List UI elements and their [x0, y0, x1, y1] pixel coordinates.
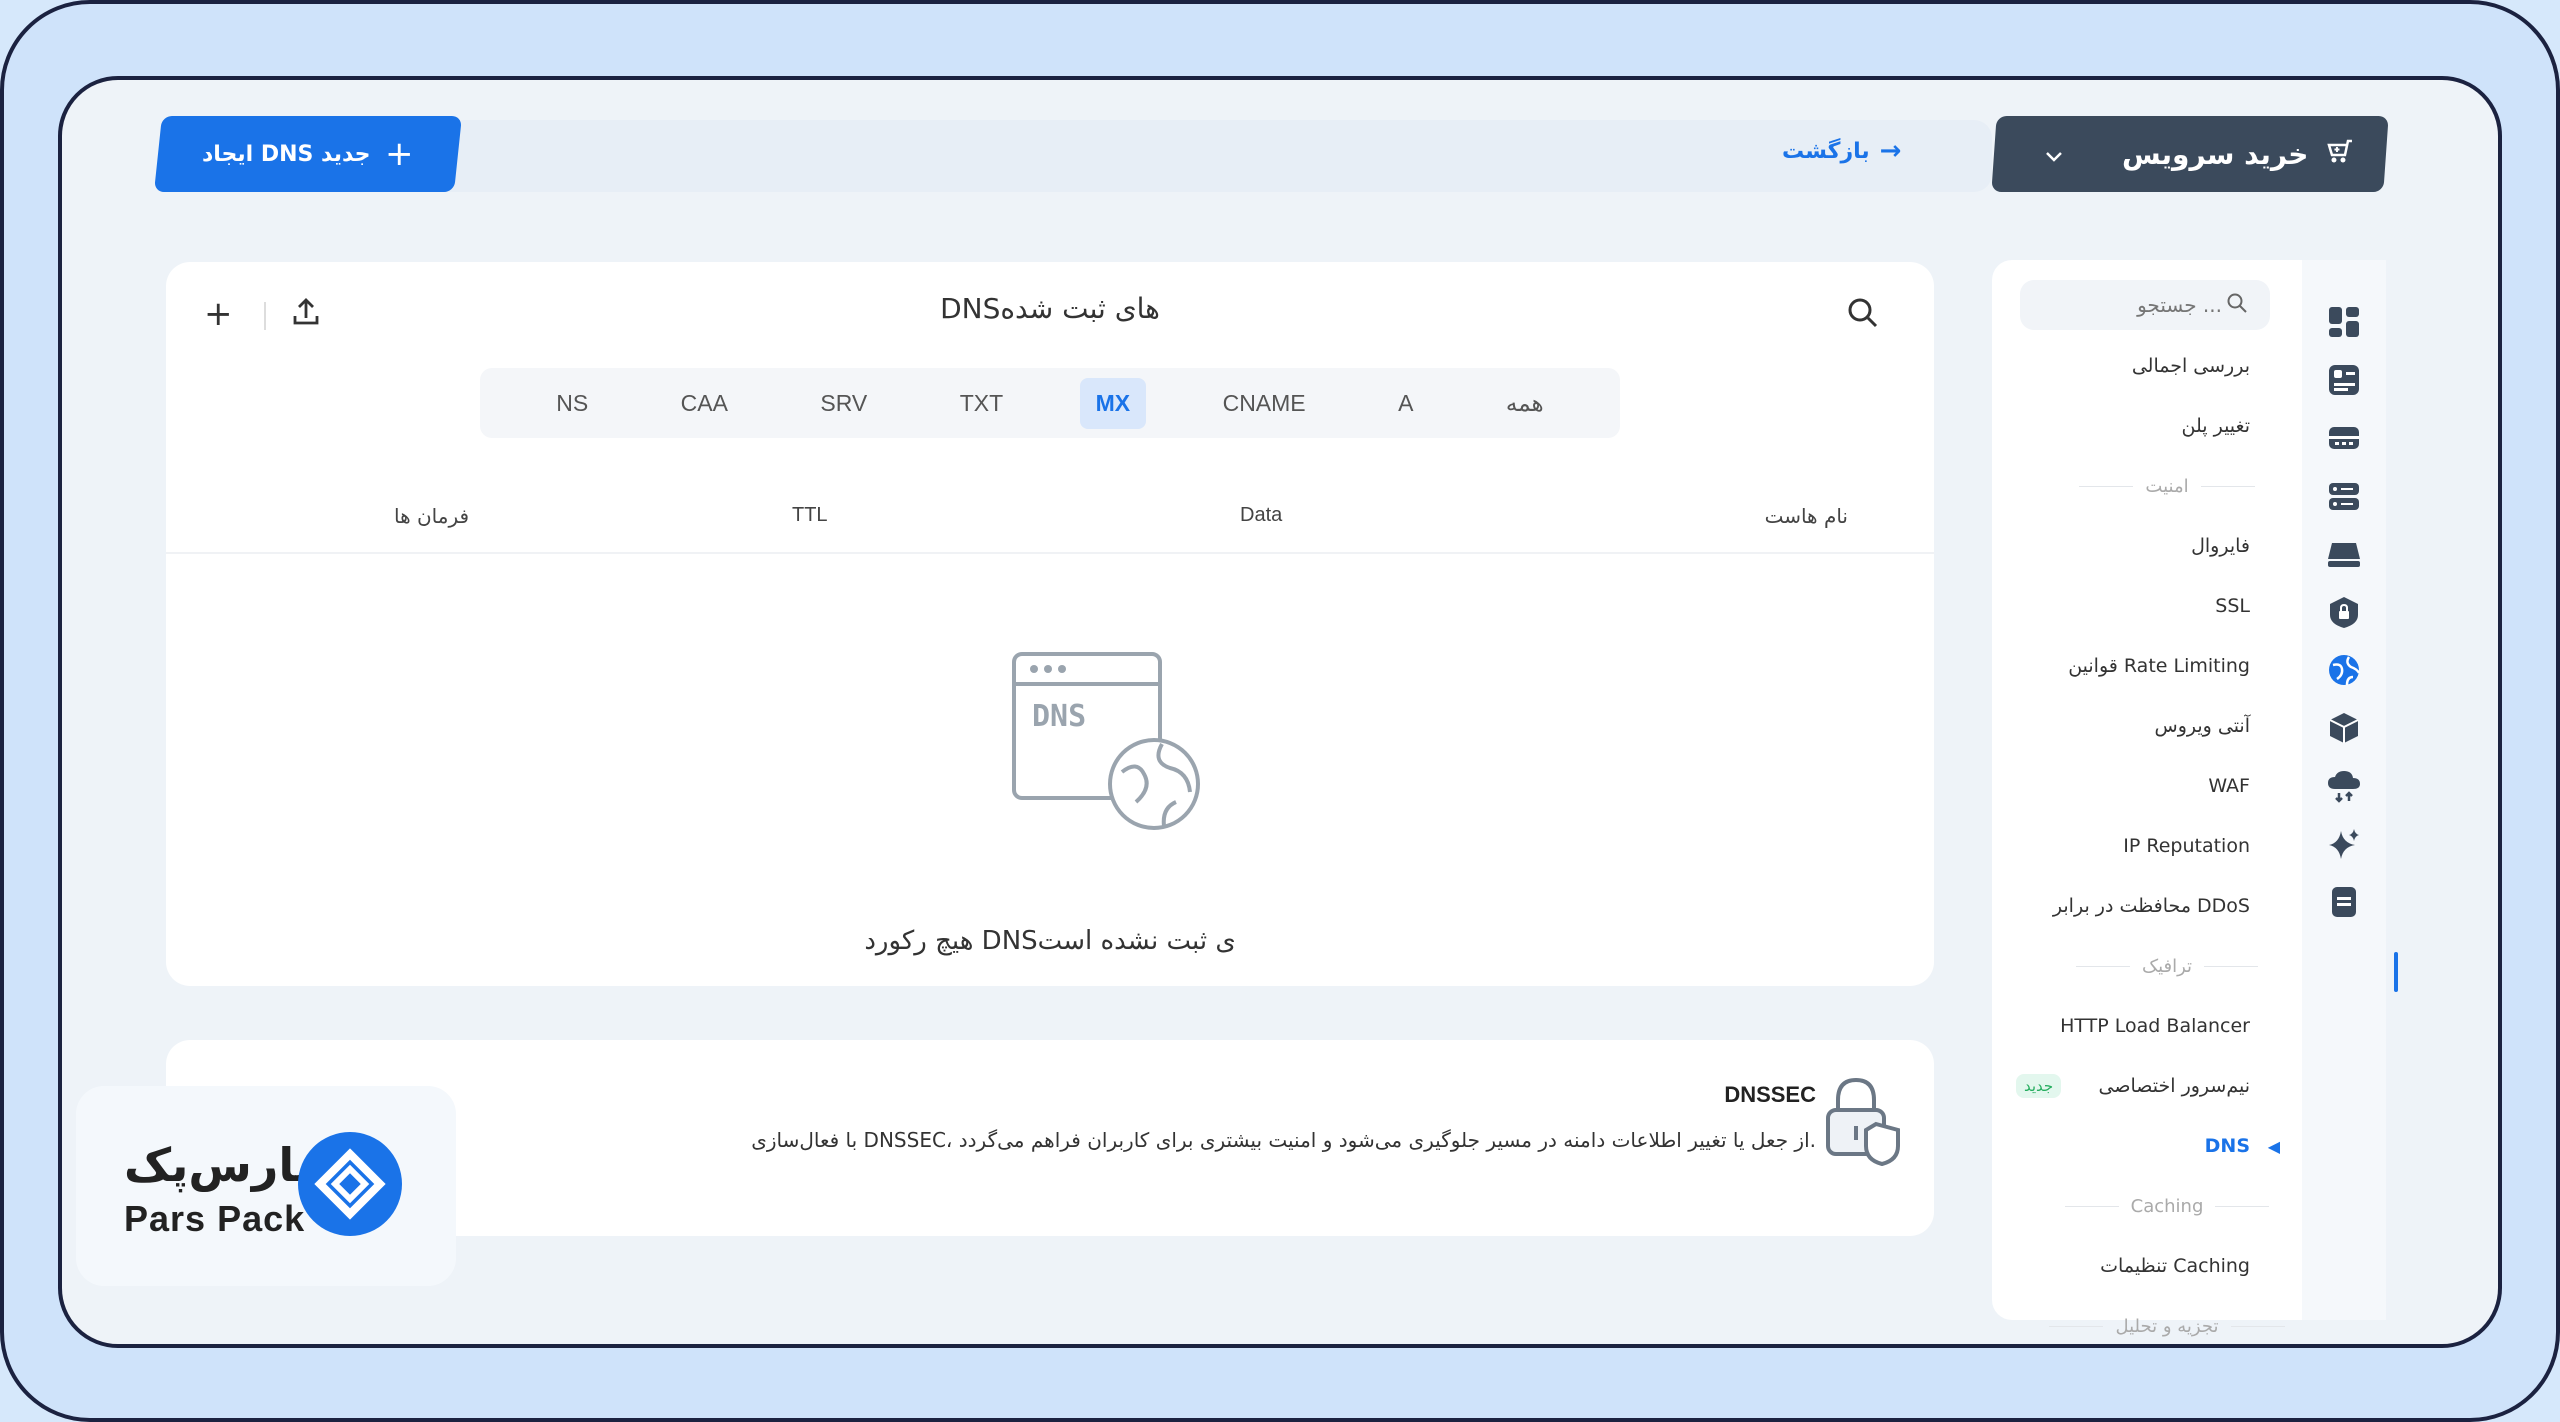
sidebar-item-waf[interactable]: WAF [1992, 756, 2302, 816]
caret-left-icon: ◀ [2267, 1136, 2280, 1156]
sidebar-item-label: نیم‌سرور اختصاصی [2098, 1075, 2250, 1097]
column-host: نام هاست [1764, 504, 1848, 528]
search-icon[interactable] [1846, 296, 1880, 334]
parspack-logo: پارس‌پک Pars Pack [76, 1086, 456, 1286]
sidebar-item-label: بررسی اجمالی [2131, 355, 2250, 377]
dnssec-title: DNSSEC [1724, 1082, 1816, 1107]
tab-srv[interactable]: SRV [804, 378, 883, 429]
sidebar-item-label: DNS [2204, 1135, 2250, 1157]
plan-icon[interactable] [2324, 360, 2364, 400]
create-dns-label: ایجاد DNS جدید [202, 141, 372, 167]
tab-cname[interactable]: CNAME [1207, 378, 1322, 429]
dns-text: DNS [1032, 699, 1086, 734]
record-type-tabs: همه A CNAME MX TXT SRV CAA NS [480, 368, 1620, 438]
column-actions: فرمان ها [394, 504, 470, 528]
back-label: بازگشت [1782, 138, 1870, 164]
sidebar-item-label: تغییر پلن [2181, 415, 2251, 437]
new-badge: جدید [2016, 1074, 2062, 1098]
logo-text-en: Pars Pack [124, 1198, 306, 1239]
chevron-down-icon [2044, 138, 2064, 171]
sidebar-item-ip-reputation[interactable]: IP Reputation [1992, 816, 2302, 876]
sparkle-icon[interactable] [2324, 824, 2364, 864]
app-window: ایجاد DNS جدید + بازگشت → خرید سرویس + D… [58, 76, 2502, 1348]
sidebar-item-dns[interactable]: DNS ◀ [1992, 1116, 2302, 1176]
server-icon[interactable] [2324, 476, 2364, 516]
globe-icon[interactable] [2324, 650, 2364, 690]
dnssec-description: با فعال‌سازی DNSSEC، از جعل یا تغییر اطل… [751, 1128, 1816, 1152]
lock-shield-icon [1824, 1076, 1906, 1170]
sidebar-item-ddos[interactable]: محافظت در برابر DDoS [1992, 876, 2302, 936]
sidebar-item-change-plan[interactable]: تغییر پلن [1992, 396, 2302, 456]
firewall-icon[interactable] [2324, 418, 2364, 458]
tab-mx[interactable]: MX [1079, 377, 1147, 429]
sidebar-item-antivirus[interactable]: آنتی ویروس [1992, 696, 2302, 756]
document-icon[interactable] [2324, 882, 2364, 922]
sidebar-item-label: IP Reputation [2123, 835, 2250, 857]
sidebar-item-label: تنظیمات Caching [2100, 1255, 2250, 1277]
sidebar-item-label: قوانین Rate Limiting [2068, 655, 2250, 677]
search-icon [2226, 292, 2248, 318]
tab-caa[interactable]: CAA [665, 378, 744, 429]
sidebar-group-label: Caching [2130, 1195, 2204, 1217]
cloud-icon[interactable] [2324, 766, 2364, 806]
sidebar-menu: بررسی اجمالی تغییر پلن امنیت فایروال SSL… [1992, 336, 2302, 1344]
empty-dns-illustration: DNS [1012, 642, 1212, 846]
sidebar-group-label: تجزیه و تحلیل [2115, 1315, 2219, 1337]
plus-icon: + [385, 134, 414, 174]
sidebar-group-caching: Caching [1992, 1176, 2302, 1236]
sidebar-group-label: امنیت [2145, 475, 2189, 497]
sidebar-item-label: WAF [2208, 775, 2250, 797]
sidebar-item-label: محافظت در برابر DDoS [2052, 895, 2250, 917]
dashboard-icon[interactable] [2324, 302, 2364, 342]
cart-icon [2324, 135, 2356, 174]
page-title: DNSهای ثبت شده [940, 292, 1160, 325]
sidebar-item-label: آنتی ویروس [2154, 715, 2251, 737]
lock-icon[interactable] [2324, 592, 2364, 632]
dns-records-card: + DNSهای ثبت شده همه A CNAME MX TXT SRV … [166, 262, 1934, 986]
logo-text-fa: پارس‌پک [124, 1138, 313, 1192]
sidebar-item-rate-limiting[interactable]: قوانین Rate Limiting [1992, 636, 2302, 696]
sidebar-item-overview[interactable]: بررسی اجمالی [1992, 336, 2302, 396]
arrow-right-icon: → [1879, 136, 1902, 166]
buy-service-button[interactable]: خرید سرویس [1991, 116, 2389, 192]
sidebar-item-label: SSL [2215, 595, 2250, 617]
sidebar-item-label: فایروال [2191, 535, 2250, 557]
tab-all[interactable]: همه [1490, 378, 1560, 429]
tab-txt[interactable]: TXT [944, 378, 1019, 429]
back-link[interactable]: بازگشت → [1782, 136, 1901, 166]
buy-service-label: خرید سرویس [2121, 137, 2308, 171]
tab-a[interactable]: A [1382, 378, 1429, 429]
sidebar-group-traffic: ترافیک [1992, 936, 2302, 996]
active-rail-indicator [2394, 952, 2398, 992]
table-header: نام هاست Data TTL فرمان ها [166, 494, 1934, 554]
sidebar-item-label: HTTP Load Balancer [2060, 1015, 2250, 1037]
sidebar-group-label: ترافیک [2141, 955, 2193, 977]
sidebar: بررسی اجمالی تغییر پلن امنیت فایروال SSL… [1992, 260, 2302, 1337]
sidebar-item-load-balancer[interactable]: HTTP Load Balancer [1992, 996, 2302, 1056]
logo-mark-icon [296, 1130, 404, 1242]
tab-ns[interactable]: NS [540, 378, 604, 429]
sidebar-group-analytics: تجزیه و تحلیل [1992, 1296, 2302, 1344]
sidebar-group-security: امنیت [1992, 456, 2302, 516]
cdn-icon[interactable] [2324, 534, 2364, 574]
column-ttl: TTL [792, 504, 828, 526]
sidebar-item-ssl[interactable]: SSL [1992, 576, 2302, 636]
column-data: Data [1240, 504, 1283, 526]
sidebar-item-private-ns[interactable]: جدید نیم‌سرور اختصاصی [1992, 1056, 2302, 1116]
sidebar-item-firewall[interactable]: فایروال [1992, 516, 2302, 576]
sidebar-item-caching-settings[interactable]: تنظیمات Caching [1992, 1236, 2302, 1296]
cube-icon[interactable] [2324, 708, 2364, 748]
icon-rail [2302, 260, 2398, 1320]
create-dns-button[interactable]: ایجاد DNS جدید + [154, 116, 462, 192]
empty-state-text: هیچ رکورد DNSی ثبت نشده است [864, 926, 1236, 956]
